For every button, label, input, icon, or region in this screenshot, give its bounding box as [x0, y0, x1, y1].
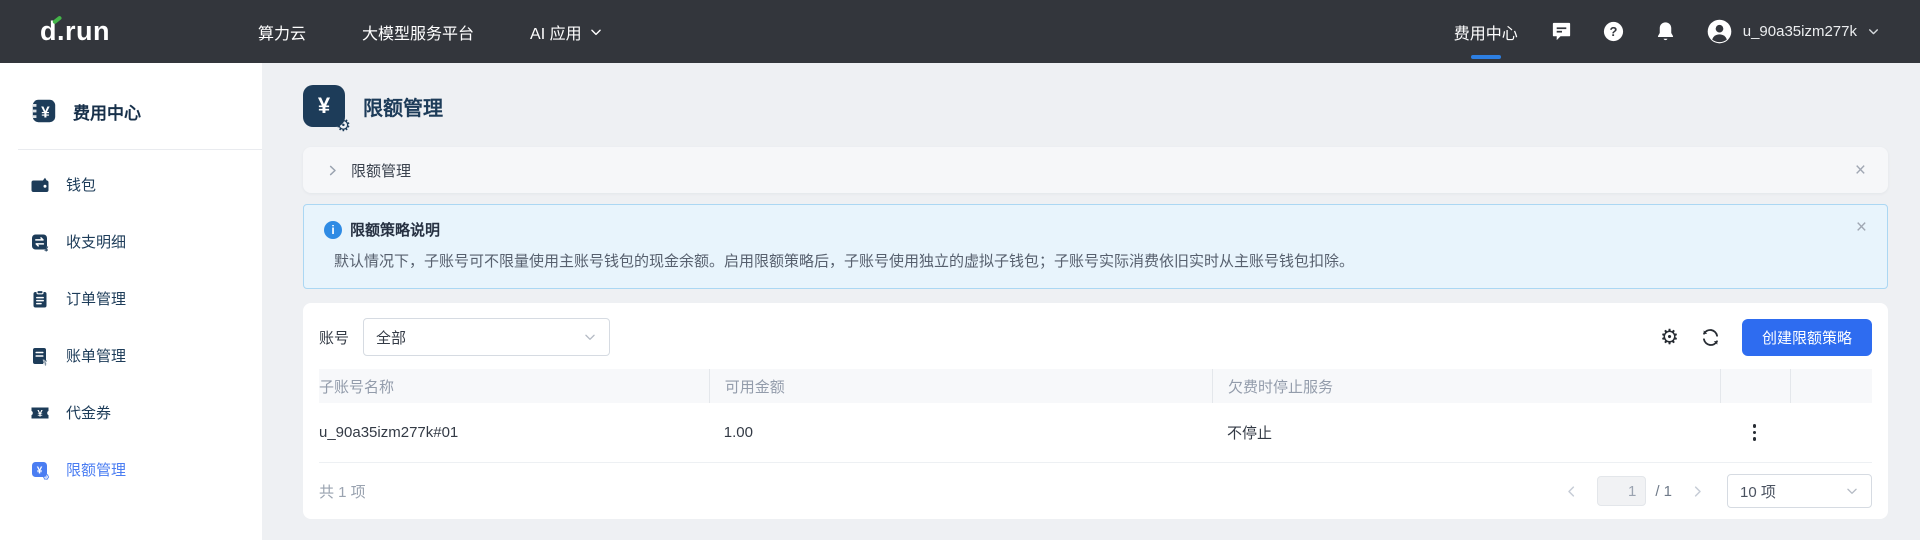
- page-title: 限额管理: [363, 92, 443, 121]
- sidebar-item-bills[interactable]: ¥ 账单管理: [0, 327, 262, 384]
- page-size-select[interactable]: 10 项: [1727, 474, 1872, 508]
- sidebar-item-orders[interactable]: 订单管理: [0, 270, 262, 327]
- gear-icon: ⚙: [336, 117, 351, 134]
- nav-item-ai-apps[interactable]: AI 应用: [530, 20, 603, 44]
- sidebar-item-label: 代金券: [66, 402, 111, 423]
- page-title-row: ¥ ⚙ 限额管理: [303, 85, 1888, 127]
- voucher-icon: ¥: [30, 403, 50, 423]
- account-select-value: 全部: [376, 327, 406, 348]
- chevron-down-icon: [583, 330, 597, 344]
- filter-row: 账号 全部 ⚙ 创建限额策略: [319, 318, 1872, 356]
- messages-icon[interactable]: [1550, 20, 1574, 44]
- top-navbar: d.run 算力云 大模型服务平台 AI 应用 费用中心 ? u_90a35iz…: [0, 0, 1920, 63]
- column-header-sub-account: 子账号名称: [319, 376, 709, 397]
- account-filter-label: 账号: [319, 327, 349, 348]
- income-expense-icon: ¥: [30, 232, 50, 252]
- help-icon[interactable]: ?: [1602, 20, 1626, 44]
- row-actions-menu-icon[interactable]: [1747, 418, 1763, 447]
- breadcrumb-bar: 限额管理 ×: [303, 147, 1888, 193]
- divider: [18, 149, 262, 150]
- page-total-label: / 1: [1655, 483, 1672, 500]
- sidebar-item-label: 账单管理: [66, 345, 126, 366]
- sidebar-item-transactions[interactable]: ¥ 收支明细: [0, 213, 262, 270]
- nav-item-label: 算力云: [258, 20, 306, 44]
- svg-text:¥: ¥: [44, 244, 49, 252]
- sidebar-item-label: 收支明细: [66, 231, 126, 252]
- sidebar-item-vouchers[interactable]: ¥ 代金券: [0, 384, 262, 441]
- pagination: 1 / 1 10 项: [1564, 474, 1872, 508]
- column-header-stop-on-arrears: 欠费时停止服务: [1212, 369, 1720, 403]
- refresh-icon[interactable]: [1700, 327, 1721, 348]
- avatar: [1706, 18, 1733, 45]
- table-row: u_90a35izm277k#01 1.00 不停止: [319, 403, 1872, 463]
- total-count-label: 共 1 项: [319, 481, 366, 502]
- alert-body: 默认情况下，子账号可不限量使用主账号钱包的现金余额。启用限额策略后，子账号使用独…: [334, 250, 1867, 271]
- username-label: u_90a35izm277k: [1743, 23, 1857, 40]
- drun-logo[interactable]: d.run: [40, 16, 110, 47]
- svg-text:¥: ¥: [37, 408, 43, 419]
- svg-text:⚙: ⚙: [42, 472, 50, 480]
- main-content: ¥ ⚙ 限额管理 限额管理 × i 限额策略说明 默认情况下，子账号可不限量使用…: [262, 63, 1920, 540]
- quota-policy-alert: i 限额策略说明 默认情况下，子账号可不限量使用主账号钱包的现金余额。启用限额策…: [303, 204, 1888, 289]
- svg-text:?: ?: [1610, 24, 1618, 39]
- sidebar-header-label: 费用中心: [73, 99, 141, 124]
- chevron-right-icon[interactable]: [325, 163, 340, 178]
- sidebar-item-label: 钱包: [66, 174, 96, 195]
- sidebar: ¥ 费用中心 钱包 ¥ 收支明细: [0, 63, 262, 540]
- bill-management-icon: ¥: [30, 346, 50, 366]
- nav-item-label: AI 应用: [530, 20, 582, 44]
- chevron-down-icon: [1845, 484, 1859, 498]
- chevron-down-icon: [589, 25, 603, 39]
- svg-text:¥: ¥: [43, 358, 48, 365]
- column-header-actions: [1720, 369, 1790, 403]
- column-header-spacer: [1790, 369, 1872, 403]
- quota-management-icon: ¥ ⚙: [30, 460, 50, 480]
- next-page-icon[interactable]: [1690, 484, 1705, 499]
- billing-center-icon: ¥: [30, 97, 58, 125]
- sidebar-item-label: 订单管理: [66, 288, 126, 309]
- nav-item-billing-center[interactable]: 费用中心: [1450, 20, 1522, 44]
- table-header-row: 子账号名称 可用金额 欠费时停止服务: [319, 369, 1872, 403]
- quota-table-card: 账号 全部 ⚙ 创建限额策略 子账号名称 可用金额 欠费时停止服务: [303, 303, 1888, 519]
- nav-item-llm-platform[interactable]: 大模型服务平台: [362, 20, 474, 44]
- alert-title: 限额策略说明: [350, 219, 440, 240]
- nav-item-label: 费用中心: [1454, 26, 1518, 43]
- quota-page-icon: ¥ ⚙: [303, 85, 345, 127]
- user-menu[interactable]: u_90a35izm277k: [1706, 18, 1880, 45]
- sidebar-item-wallet[interactable]: 钱包: [0, 156, 262, 213]
- column-header-available-amount: 可用金额: [709, 369, 1212, 403]
- cell-available-amount: 1.00: [709, 424, 1212, 441]
- nav-item-compute-cloud[interactable]: 算力云: [258, 20, 306, 44]
- primary-nav: 算力云 大模型服务平台 AI 应用: [258, 20, 603, 44]
- yen-glyph: ¥: [318, 93, 330, 119]
- table-toolbar: ⚙ 创建限额策略: [1660, 319, 1872, 356]
- settings-gear-icon[interactable]: ⚙: [1660, 327, 1679, 348]
- alert-close-icon[interactable]: ×: [1856, 218, 1867, 237]
- notifications-bell-icon[interactable]: [1654, 20, 1678, 44]
- info-icon: i: [324, 221, 342, 239]
- active-tab-underline: [1471, 55, 1501, 59]
- breadcrumb-close-icon[interactable]: ×: [1855, 161, 1866, 180]
- sidebar-header-billing-center: ¥ 费用中心: [0, 93, 262, 129]
- sidebar-item-label: 限额管理: [66, 459, 126, 480]
- order-management-icon: [30, 289, 50, 309]
- sidebar-item-quota-management[interactable]: ¥ ⚙ 限额管理: [0, 441, 262, 498]
- breadcrumb[interactable]: 限额管理: [351, 160, 411, 181]
- svg-text:¥: ¥: [41, 104, 50, 121]
- navbar-right: 费用中心 ? u_90a35izm277k: [1450, 18, 1880, 45]
- cell-sub-account: u_90a35izm277k#01: [319, 424, 709, 441]
- page-size-value: 10 项: [1740, 481, 1776, 502]
- create-quota-policy-button[interactable]: 创建限额策略: [1742, 319, 1872, 356]
- prev-page-icon[interactable]: [1564, 484, 1579, 499]
- nav-item-label: 大模型服务平台: [362, 20, 474, 44]
- logo-text: d.run: [40, 16, 110, 46]
- current-page-input[interactable]: 1: [1597, 476, 1646, 506]
- account-select[interactable]: 全部: [363, 318, 610, 356]
- chevron-down-icon: [1867, 25, 1880, 38]
- cell-stop-on-arrears: 不停止: [1212, 422, 1720, 443]
- wallet-icon: [30, 175, 50, 195]
- table-footer: 共 1 项 1 / 1 10 项: [319, 463, 1872, 519]
